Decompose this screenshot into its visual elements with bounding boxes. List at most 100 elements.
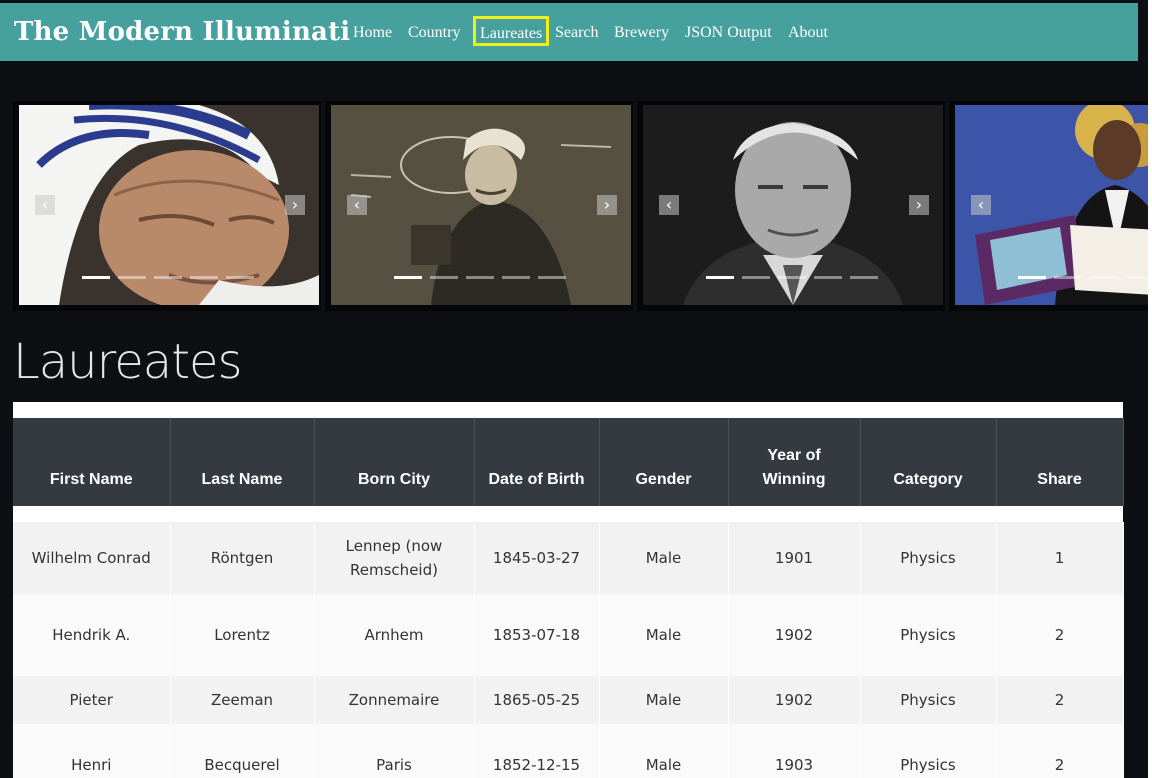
- table-body: Wilhelm Conrad Röntgen Lennep (now Remsc…: [13, 506, 1124, 778]
- header-last-name[interactable]: Last Name: [170, 418, 315, 506]
- carousel-indicator[interactable]: [1054, 276, 1082, 279]
- table-row[interactable]: Pieter Zeeman Zonnemaire 1865-05-25 Male…: [13, 676, 1124, 724]
- cell-category: Physics: [860, 594, 997, 676]
- laureate-photo: [331, 105, 631, 305]
- cell-category: Physics: [860, 522, 997, 594]
- cell-first-name: Pieter: [13, 676, 171, 724]
- cell-first-name: Henri: [13, 724, 171, 778]
- carousel-indicator[interactable]: [742, 276, 770, 279]
- carousel-next-button[interactable]: ›: [285, 195, 305, 215]
- cell-gender: Male: [599, 522, 729, 594]
- carousel-slide: ‹ ›: [325, 101, 633, 311]
- nav-country[interactable]: Country: [408, 24, 460, 42]
- chevron-left-icon: ‹: [353, 195, 361, 214]
- chevron-left-icon: ‹: [41, 195, 49, 214]
- window-edge: [1148, 0, 1152, 778]
- carousel-indicator[interactable]: [226, 276, 254, 279]
- table-header: First Name Last Name Born City Date of B…: [13, 418, 1124, 506]
- cell-year: 1902: [728, 676, 861, 724]
- cell-share: 1: [996, 522, 1124, 594]
- cell-gender: Male: [599, 594, 729, 676]
- carousel-next-button[interactable]: ›: [597, 195, 617, 215]
- table-row[interactable]: Wilhelm Conrad Röntgen Lennep (now Remsc…: [13, 522, 1124, 594]
- cell-category: Physics: [860, 724, 997, 778]
- cell-born-city: Zonnemaire: [314, 676, 475, 724]
- carousel-prev-button[interactable]: ‹: [347, 195, 367, 215]
- header-year-of-winning[interactable]: Year of Winning: [728, 418, 861, 506]
- carousel-indicator[interactable]: [778, 276, 806, 279]
- carousel-indicator[interactable]: [82, 276, 110, 279]
- header-born-city[interactable]: Born City: [314, 418, 475, 506]
- carousel-indicator[interactable]: [814, 276, 842, 279]
- page: The Modern Illuminati Home Country Laure…: [0, 0, 1148, 778]
- carousel-next-button[interactable]: ›: [909, 195, 929, 215]
- laureate-photo: [643, 105, 943, 305]
- carousel-slide: ‹ ›: [637, 101, 945, 311]
- cell-last-name: Becquerel: [170, 724, 315, 778]
- cell-born-city: Paris: [314, 724, 475, 778]
- cell-date-of-birth: 1845-03-27: [474, 522, 600, 594]
- chevron-right-icon: ›: [915, 195, 923, 214]
- navbar: The Modern Illuminati Home Country Laure…: [0, 3, 1138, 61]
- carousel-indicators: [394, 276, 574, 279]
- cell-year: 1903: [728, 724, 861, 778]
- carousel-indicator[interactable]: [394, 276, 422, 279]
- carousel-prev-button[interactable]: ‹: [35, 195, 55, 215]
- cell-date-of-birth: 1853-07-18: [474, 594, 600, 676]
- cell-category: Physics: [860, 676, 997, 724]
- carousel-prev-button[interactable]: ‹: [659, 195, 679, 215]
- chevron-left-icon: ‹: [977, 195, 985, 214]
- carousel-prev-button[interactable]: ‹: [971, 195, 991, 215]
- cell-last-name: Zeeman: [170, 676, 315, 724]
- carousel-indicator[interactable]: [538, 276, 566, 279]
- nav-laureates[interactable]: Laureates: [473, 16, 550, 46]
- cell-gender: Male: [599, 724, 729, 778]
- carousel-indicator[interactable]: [850, 276, 878, 279]
- cell-year: 1902: [728, 594, 861, 676]
- chevron-right-icon: ›: [603, 195, 611, 214]
- header-category[interactable]: Category: [860, 418, 997, 506]
- cell-last-name: Lorentz: [170, 594, 315, 676]
- carousel-slide: ‹: [949, 101, 1148, 311]
- nav-json-output[interactable]: JSON Output: [685, 24, 772, 42]
- carousel-indicator[interactable]: [502, 276, 530, 279]
- header-first-name[interactable]: First Name: [13, 418, 171, 506]
- header-share[interactable]: Share: [996, 418, 1124, 506]
- carousel-indicators: [1018, 276, 1148, 279]
- cell-date-of-birth: 1865-05-25: [474, 676, 600, 724]
- nav-brewery[interactable]: Brewery: [614, 24, 669, 42]
- cell-last-name: Röntgen: [170, 522, 315, 594]
- carousel-indicator[interactable]: [466, 276, 494, 279]
- carousel-indicator[interactable]: [706, 276, 734, 279]
- table-row[interactable]: Henri Becquerel Paris 1852-12-15 Male 19…: [13, 724, 1124, 778]
- cell-first-name: Wilhelm Conrad: [13, 522, 171, 594]
- carousel-indicator[interactable]: [1126, 276, 1148, 279]
- table-row[interactable]: Hendrik A. Lorentz Arnhem 1853-07-18 Mal…: [13, 594, 1124, 676]
- carousel-indicator[interactable]: [154, 276, 182, 279]
- laureates-table: First Name Last Name Born City Date of B…: [13, 418, 1124, 778]
- nav-home[interactable]: Home: [353, 24, 392, 42]
- header-gender[interactable]: Gender: [599, 418, 729, 506]
- carousel-indicators: [82, 276, 262, 279]
- cell-share: 2: [996, 594, 1124, 676]
- cell-first-name: Hendrik A.: [13, 594, 171, 676]
- nav-about[interactable]: About: [788, 24, 828, 42]
- cell-date-of-birth: 1852-12-15: [474, 724, 600, 778]
- carousel-indicator[interactable]: [118, 276, 146, 279]
- cell-gender: Male: [599, 676, 729, 724]
- carousel-indicators: [706, 276, 886, 279]
- laureate-photo: [19, 105, 319, 305]
- carousel-indicator[interactable]: [1090, 276, 1118, 279]
- carousel-indicator[interactable]: [190, 276, 218, 279]
- carousel-slide: ‹ ›: [13, 101, 321, 311]
- header-date-of-birth[interactable]: Date of Birth: [474, 418, 600, 506]
- cell-share: 2: [996, 676, 1124, 724]
- carousel-indicator[interactable]: [1018, 276, 1046, 279]
- chevron-left-icon: ‹: [665, 195, 673, 214]
- cell-share: 2: [996, 724, 1124, 778]
- nav-search[interactable]: Search: [555, 24, 599, 42]
- brand-title[interactable]: The Modern Illuminati: [14, 17, 350, 47]
- page-title: Laureates: [13, 334, 243, 390]
- chevron-right-icon: ›: [291, 195, 299, 214]
- carousel-indicator[interactable]: [430, 276, 458, 279]
